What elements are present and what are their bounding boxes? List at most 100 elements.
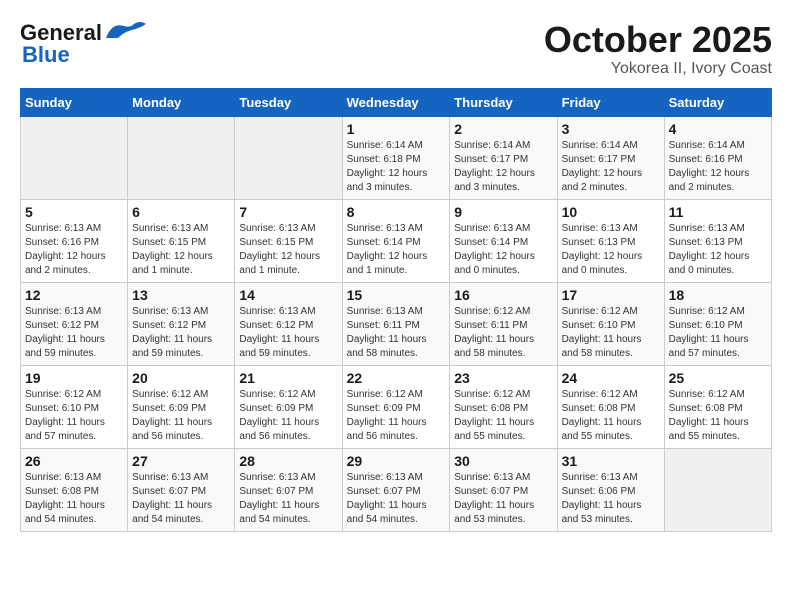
day-number: 30	[454, 453, 552, 469]
day-info: Sunrise: 6:12 AM Sunset: 6:08 PM Dayligh…	[669, 388, 767, 444]
calendar-cell	[664, 448, 771, 531]
day-number: 25	[669, 370, 767, 386]
day-info: Sunrise: 6:13 AM Sunset: 6:14 PM Dayligh…	[454, 222, 552, 278]
day-number: 10	[562, 204, 660, 220]
day-info: Sunrise: 6:13 AM Sunset: 6:07 PM Dayligh…	[454, 471, 552, 527]
weekday-tuesday: Tuesday	[235, 88, 342, 116]
month-title: October 2025	[544, 20, 772, 60]
day-info: Sunrise: 6:12 AM Sunset: 6:10 PM Dayligh…	[562, 305, 660, 361]
day-info: Sunrise: 6:13 AM Sunset: 6:15 PM Dayligh…	[132, 222, 230, 278]
calendar-cell: 10 Sunrise: 6:13 AM Sunset: 6:13 PM Dayli…	[557, 199, 664, 282]
calendar-table: SundayMondayTuesdayWednesdayThursdayFrid…	[20, 88, 772, 532]
calendar-cell: 2 Sunrise: 6:14 AM Sunset: 6:17 PM Daylig…	[450, 116, 557, 199]
day-number: 4	[669, 121, 767, 137]
day-info: Sunrise: 6:12 AM Sunset: 6:10 PM Dayligh…	[669, 305, 767, 361]
day-info: Sunrise: 6:12 AM Sunset: 6:08 PM Dayligh…	[454, 388, 552, 444]
day-number: 9	[454, 204, 552, 220]
calendar-cell: 22 Sunrise: 6:12 AM Sunset: 6:09 PM Dayli…	[342, 365, 450, 448]
calendar-cell: 16Sunrise: 6:12 AM Sunset: 6:11 PM Dayli…	[450, 282, 557, 365]
day-number: 29	[347, 453, 446, 469]
day-number: 15	[347, 287, 446, 303]
day-number: 22	[347, 370, 446, 386]
weekday-saturday: Saturday	[664, 88, 771, 116]
calendar-cell: 11Sunrise: 6:13 AM Sunset: 6:13 PM Dayli…	[664, 199, 771, 282]
page-header: General Blue October 2025 Yokorea II, Iv…	[20, 20, 772, 78]
day-info: Sunrise: 6:14 AM Sunset: 6:17 PM Dayligh…	[562, 139, 660, 195]
week-row-5: 26 Sunrise: 6:13 AM Sunset: 6:08 PM Dayli…	[21, 448, 772, 531]
day-number: 24	[562, 370, 660, 386]
calendar-cell: 31Sunrise: 6:13 AM Sunset: 6:06 PM Dayli…	[557, 448, 664, 531]
logo-blue: Blue	[20, 42, 70, 68]
day-number: 18	[669, 287, 767, 303]
weekday-header-row: SundayMondayTuesdayWednesdayThursdayFrid…	[21, 88, 772, 116]
calendar-cell: 17 Sunrise: 6:12 AM Sunset: 6:10 PM Dayli…	[557, 282, 664, 365]
day-info: Sunrise: 6:13 AM Sunset: 6:08 PM Dayligh…	[25, 471, 123, 527]
calendar-cell: 9 Sunrise: 6:13 AM Sunset: 6:14 PM Daylig…	[450, 199, 557, 282]
day-number: 27	[132, 453, 230, 469]
calendar-cell: 19 Sunrise: 6:12 AM Sunset: 6:10 PM Dayli…	[21, 365, 128, 448]
day-info: Sunrise: 6:13 AM Sunset: 6:15 PM Dayligh…	[239, 222, 337, 278]
day-number: 2	[454, 121, 552, 137]
day-number: 26	[25, 453, 123, 469]
calendar-cell: 14 Sunrise: 6:13 AM Sunset: 6:12 PM Dayli…	[235, 282, 342, 365]
calendar-cell: 4 Sunrise: 6:14 AM Sunset: 6:16 PM Daylig…	[664, 116, 771, 199]
day-info: Sunrise: 6:14 AM Sunset: 6:18 PM Dayligh…	[347, 139, 446, 195]
day-number: 19	[25, 370, 123, 386]
day-info: Sunrise: 6:13 AM Sunset: 6:16 PM Dayligh…	[25, 222, 123, 278]
calendar-cell	[128, 116, 235, 199]
day-info: Sunrise: 6:13 AM Sunset: 6:07 PM Dayligh…	[132, 471, 230, 527]
day-info: Sunrise: 6:12 AM Sunset: 6:09 PM Dayligh…	[239, 388, 337, 444]
calendar-cell: 24 Sunrise: 6:12 AM Sunset: 6:08 PM Dayli…	[557, 365, 664, 448]
weekday-thursday: Thursday	[450, 88, 557, 116]
calendar-cell: 13Sunrise: 6:13 AM Sunset: 6:12 PM Dayli…	[128, 282, 235, 365]
day-info: Sunrise: 6:13 AM Sunset: 6:11 PM Dayligh…	[347, 305, 446, 361]
calendar-cell: 27 Sunrise: 6:13 AM Sunset: 6:07 PM Dayli…	[128, 448, 235, 531]
day-number: 28	[239, 453, 337, 469]
location: Yokorea II, Ivory Coast	[544, 60, 772, 78]
calendar-cell	[235, 116, 342, 199]
weekday-friday: Friday	[557, 88, 664, 116]
day-number: 7	[239, 204, 337, 220]
day-number: 17	[562, 287, 660, 303]
day-info: Sunrise: 6:12 AM Sunset: 6:09 PM Dayligh…	[132, 388, 230, 444]
calendar-cell: 12 Sunrise: 6:13 AM Sunset: 6:12 PM Dayli…	[21, 282, 128, 365]
day-info: Sunrise: 6:13 AM Sunset: 6:12 PM Dayligh…	[239, 305, 337, 361]
day-info: Sunrise: 6:14 AM Sunset: 6:16 PM Dayligh…	[669, 139, 767, 195]
calendar-cell: 5 Sunrise: 6:13 AM Sunset: 6:16 PM Daylig…	[21, 199, 128, 282]
weekday-wednesday: Wednesday	[342, 88, 450, 116]
calendar-cell: 20 Sunrise: 6:12 AM Sunset: 6:09 PM Dayli…	[128, 365, 235, 448]
day-number: 31	[562, 453, 660, 469]
calendar-cell: 21 Sunrise: 6:12 AM Sunset: 6:09 PM Dayli…	[235, 365, 342, 448]
week-row-2: 5 Sunrise: 6:13 AM Sunset: 6:16 PM Daylig…	[21, 199, 772, 282]
day-info: Sunrise: 6:12 AM Sunset: 6:09 PM Dayligh…	[347, 388, 446, 444]
day-info: Sunrise: 6:13 AM Sunset: 6:12 PM Dayligh…	[25, 305, 123, 361]
day-number: 23	[454, 370, 552, 386]
calendar-cell	[21, 116, 128, 199]
day-info: Sunrise: 6:12 AM Sunset: 6:10 PM Dayligh…	[25, 388, 123, 444]
calendar-cell: 1Sunrise: 6:14 AM Sunset: 6:18 PM Daylig…	[342, 116, 450, 199]
day-number: 5	[25, 204, 123, 220]
calendar-cell: 25 Sunrise: 6:12 AM Sunset: 6:08 PM Dayli…	[664, 365, 771, 448]
title-section: October 2025 Yokorea II, Ivory Coast	[544, 20, 772, 78]
day-number: 21	[239, 370, 337, 386]
day-number: 20	[132, 370, 230, 386]
calendar-cell: 15 Sunrise: 6:13 AM Sunset: 6:11 PM Dayli…	[342, 282, 450, 365]
day-number: 3	[562, 121, 660, 137]
calendar-cell: 29Sunrise: 6:13 AM Sunset: 6:07 PM Dayli…	[342, 448, 450, 531]
day-number: 6	[132, 204, 230, 220]
day-info: Sunrise: 6:14 AM Sunset: 6:17 PM Dayligh…	[454, 139, 552, 195]
day-info: Sunrise: 6:13 AM Sunset: 6:13 PM Dayligh…	[562, 222, 660, 278]
week-row-4: 19 Sunrise: 6:12 AM Sunset: 6:10 PM Dayli…	[21, 365, 772, 448]
calendar-cell: 26 Sunrise: 6:13 AM Sunset: 6:08 PM Dayli…	[21, 448, 128, 531]
week-row-3: 12 Sunrise: 6:13 AM Sunset: 6:12 PM Dayli…	[21, 282, 772, 365]
day-number: 14	[239, 287, 337, 303]
calendar-cell: 7 Sunrise: 6:13 AM Sunset: 6:15 PM Daylig…	[235, 199, 342, 282]
day-number: 16	[454, 287, 552, 303]
day-info: Sunrise: 6:13 AM Sunset: 6:13 PM Dayligh…	[669, 222, 767, 278]
day-info: Sunrise: 6:13 AM Sunset: 6:14 PM Dayligh…	[347, 222, 446, 278]
calendar-cell: 3 Sunrise: 6:14 AM Sunset: 6:17 PM Daylig…	[557, 116, 664, 199]
day-number: 12	[25, 287, 123, 303]
day-info: Sunrise: 6:12 AM Sunset: 6:08 PM Dayligh…	[562, 388, 660, 444]
week-row-1: 1Sunrise: 6:14 AM Sunset: 6:18 PM Daylig…	[21, 116, 772, 199]
calendar-cell: 23 Sunrise: 6:12 AM Sunset: 6:08 PM Dayli…	[450, 365, 557, 448]
